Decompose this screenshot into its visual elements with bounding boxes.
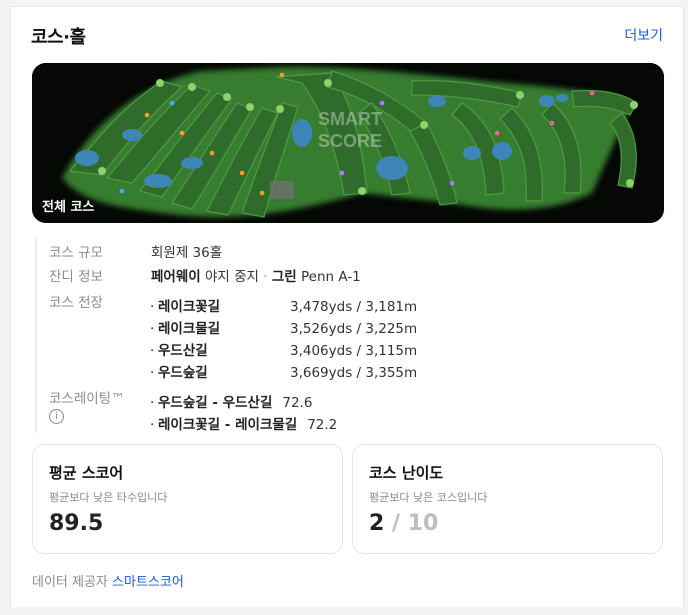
course-length-item: · 우드숲길 3,669yds / 3,355m — [150, 361, 417, 381]
course-rating-label-row: 코스레이팅™ — [49, 387, 151, 407]
course-length-label: 코스 전장 — [49, 295, 103, 311]
more-link[interactable]: 더보기 — [624, 25, 663, 45]
difficulty-separator: / — [391, 511, 401, 536]
course-info: 코스 규모 회원제 36홀 잔디 정보 페어웨이 야지 중지 · 그린 Penn A… — [35, 237, 655, 433]
difficulty-title: 코스 난이도 — [369, 464, 444, 482]
avg-score-title: 평균 스코어 — [49, 464, 124, 482]
bullet: · — [150, 321, 155, 337]
data-provider-link[interactable]: 스마트스코어 — [112, 575, 184, 590]
watermark-line2: SCORE — [318, 131, 382, 151]
card-title: 코스·홀 — [31, 27, 86, 48]
map-label: 전체 코스 — [42, 200, 95, 215]
bullet: · — [150, 395, 155, 411]
course-length-item: · 레이크꽃길 3,478yds / 3,181m — [150, 295, 417, 315]
course-length-label-row: 코스 전장 — [49, 291, 151, 311]
grass-green-value: Penn A-1 — [301, 269, 361, 285]
bullet: · — [150, 299, 155, 315]
course-length-item: · 레이크물길 3,526yds / 3,225m — [150, 317, 417, 337]
rating-value: 72.2 — [307, 417, 338, 433]
course-length: 3,478yds / 3,181m — [290, 299, 418, 315]
course-rating-label: 코스레이팅™ — [49, 391, 125, 407]
grass-fairway-value: 야지 중지 — [204, 269, 259, 285]
card-header: 코스·홀 더보기 — [31, 23, 663, 49]
course-name: 우드산길 — [158, 343, 208, 359]
grass-fairway-name: 페어웨이 — [151, 269, 201, 285]
difficulty-box: 코스 난이도 평균보다 낮은 코스입니다 2 / 10 — [352, 444, 663, 554]
grass-info-row: 잔디 정보 페어웨이 야지 중지 · 그린 Penn A-1 — [49, 265, 361, 285]
course-length: 3,669yds / 3,355m — [290, 365, 418, 381]
course-length: 3,406yds / 3,115m — [290, 343, 418, 359]
bullet: · — [150, 365, 155, 381]
bullet: · — [150, 417, 155, 433]
avg-score-box: 평균 스코어 평균보다 낮은 타수입니다 89.5 — [32, 444, 343, 554]
rating-course-pair: 레이크꽃길 - 레이크물길 — [158, 417, 298, 433]
grass-green-name: 그린 — [271, 269, 297, 285]
course-length: 3,526yds / 3,225m — [290, 321, 418, 337]
course-map-image: SMART SCORE — [32, 63, 664, 223]
info-icon[interactable]: i — [49, 409, 64, 424]
grass-info-label: 잔디 정보 — [49, 269, 103, 285]
course-rating-item: · 레이크꽃길 - 레이크물길 72.2 — [150, 413, 337, 433]
rating-value: 72.6 — [282, 395, 313, 411]
course-size-label: 코스 규모 — [49, 245, 103, 261]
data-provider: 데이터 제공자 스마트스코어 — [32, 571, 184, 590]
difficulty-value: 2 — [369, 511, 385, 536]
course-hole-card: 코스·홀 더보기 SMART SCORE 전체 코스 코스 규모 회원제 36홀… — [10, 6, 684, 607]
course-name: 우드숲길 — [158, 365, 208, 381]
course-rating-item: · 우드숲길 - 우드산길 72.6 — [150, 391, 312, 411]
grass-separator: · — [263, 269, 268, 285]
difficulty-max: 10 — [407, 511, 439, 536]
course-name: 레이크물길 — [158, 321, 221, 337]
watermark-line1: SMART — [318, 109, 382, 129]
avg-score-value: 89.5 — [49, 511, 104, 536]
avg-score-subtitle: 평균보다 낮은 타수입니다 — [49, 491, 168, 504]
course-length-item: · 우드산길 3,406yds / 3,115m — [150, 339, 417, 359]
data-provider-label: 데이터 제공자 — [32, 575, 108, 590]
difficulty-subtitle: 평균보다 낮은 코스입니다 — [369, 491, 488, 504]
rating-course-pair: 우드숲길 - 우드산길 — [158, 395, 273, 411]
course-size-row: 코스 규모 회원제 36홀 — [49, 241, 222, 261]
bullet: · — [150, 343, 155, 359]
difficulty-value-row: 2 / 10 — [369, 511, 438, 536]
course-name: 레이크꽃길 — [158, 299, 221, 315]
course-size-value: 회원제 36홀 — [151, 245, 223, 261]
course-map[interactable]: SMART SCORE 전체 코스 — [32, 63, 664, 223]
